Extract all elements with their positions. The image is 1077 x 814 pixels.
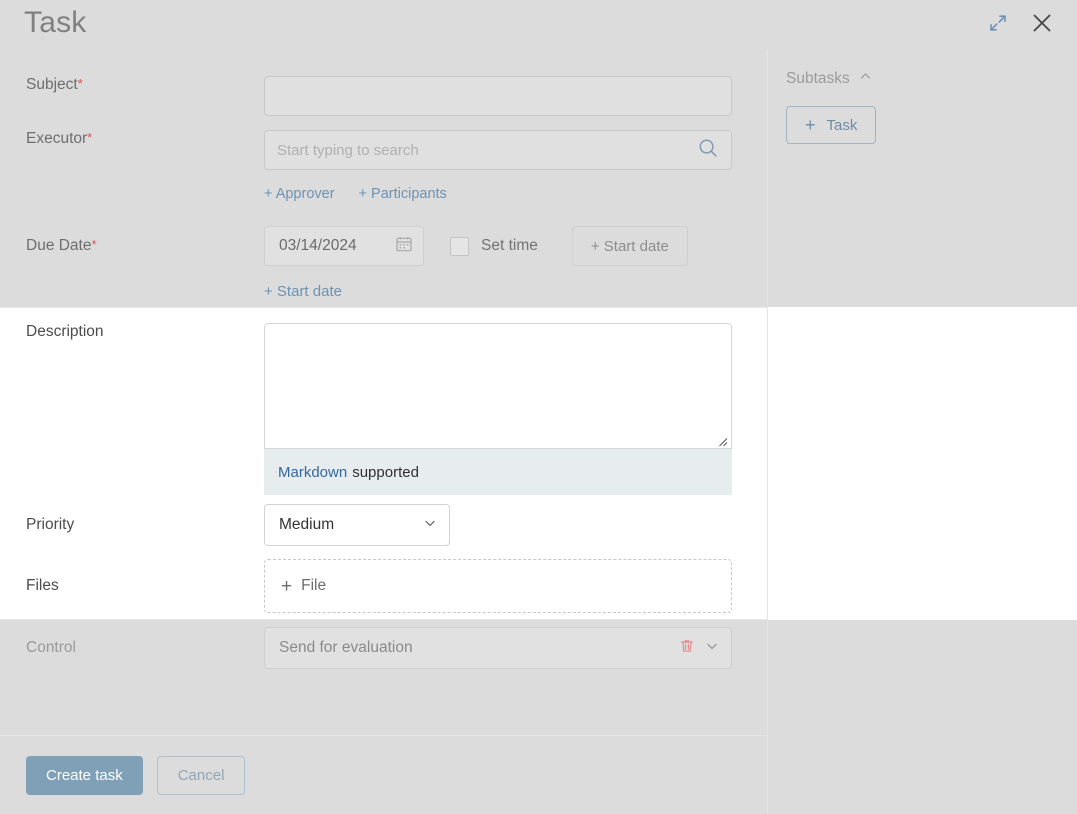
- add-subtask-button[interactable]: + Task: [786, 106, 877, 144]
- due-date-label-text: Due Date: [26, 236, 92, 254]
- section-divider-bottom: [0, 619, 767, 620]
- executor-label-text: Executor: [26, 130, 88, 147]
- row-due-date: Due Date* 03/14/2024 Set time + Start da…: [0, 226, 767, 266]
- chevron-down-icon: [423, 516, 437, 535]
- dialog-footer: Create task Cancel: [26, 756, 246, 795]
- markdown-hint: Markdown supported: [264, 449, 732, 495]
- subject-label-text: Subject: [26, 76, 78, 93]
- priority-label: Priority: [26, 515, 75, 533]
- markdown-link[interactable]: Markdown: [278, 464, 347, 481]
- add-participants-link[interactable]: + Participants: [359, 186, 447, 202]
- plus-icon: +: [281, 575, 293, 597]
- start-date-button[interactable]: + Start date: [571, 226, 688, 266]
- subject-input[interactable]: [264, 76, 732, 116]
- start-date-link[interactable]: + Start date: [264, 283, 342, 300]
- chevron-up-icon[interactable]: [859, 70, 872, 88]
- markdown-hint-text: supported: [352, 463, 419, 481]
- subtasks-header[interactable]: Subtasks: [786, 70, 872, 88]
- description-label: Description: [26, 323, 104, 340]
- header-actions: [985, 10, 1055, 36]
- executor-label: Executor*: [0, 130, 264, 170]
- files-label: Files: [26, 576, 59, 594]
- resize-grip-icon[interactable]: [716, 434, 728, 447]
- search-icon[interactable]: [697, 137, 719, 163]
- calendar-icon[interactable]: [395, 235, 413, 258]
- chevron-down-icon[interactable]: [705, 639, 719, 658]
- control-label: Control: [26, 638, 76, 656]
- add-approver-link[interactable]: + Approver: [264, 186, 335, 202]
- row-files: Files + File: [0, 559, 767, 613]
- trash-icon[interactable]: [679, 638, 695, 659]
- due-date-label: Due Date*: [0, 237, 264, 256]
- row-control: Control Send for evaluation: [0, 627, 767, 669]
- set-time-group: Set time: [450, 236, 538, 256]
- task-dialog: Task Subject* Executor* Start typing to …: [0, 0, 1077, 814]
- due-date-value: 03/14/2024: [279, 237, 357, 254]
- close-icon[interactable]: [1029, 10, 1055, 36]
- set-time-label: Set time: [481, 237, 538, 254]
- executor-input[interactable]: Start typing to search: [264, 130, 732, 170]
- footer-divider: [0, 735, 767, 736]
- row-executor: Executor* Start typing to search: [0, 130, 767, 170]
- add-subtask-label: Task: [826, 116, 858, 134]
- executor-placeholder: Start typing to search: [277, 141, 419, 159]
- control-actions: [679, 638, 719, 659]
- plus-icon: +: [805, 115, 816, 135]
- create-task-button[interactable]: Create task: [26, 756, 143, 795]
- priority-value: Medium: [279, 516, 335, 533]
- expand-diagonal-icon[interactable]: [985, 10, 1011, 36]
- description-group: Markdown supported: [264, 323, 732, 495]
- row-priority: Priority Medium: [0, 504, 767, 546]
- panel-divider: [767, 50, 768, 814]
- set-time-checkbox[interactable]: [450, 236, 469, 256]
- required-marker: *: [91, 236, 97, 252]
- add-file-label: File: [301, 577, 327, 594]
- page-title: Task: [24, 6, 87, 39]
- priority-select[interactable]: Medium: [264, 504, 450, 546]
- required-marker: *: [77, 76, 83, 91]
- subject-label: Subject*: [0, 76, 264, 116]
- cancel-button[interactable]: Cancel: [156, 756, 246, 795]
- row-start-date-link: + Start date: [0, 283, 767, 300]
- start-date-link-spacer: [0, 283, 264, 300]
- subtasks-title: Subtasks: [786, 70, 850, 87]
- required-marker: *: [87, 130, 93, 145]
- people-links-spacer: [0, 186, 264, 202]
- row-description: Description Markdown supported: [0, 323, 767, 495]
- people-links: + Approver + Participants: [264, 186, 447, 202]
- control-select[interactable]: Send for evaluation: [264, 627, 732, 669]
- file-dropzone[interactable]: + File: [264, 559, 732, 613]
- description-textarea[interactable]: [264, 323, 732, 449]
- row-subject: Subject*: [0, 76, 767, 116]
- section-divider-top: [0, 307, 767, 308]
- row-people-links: + Approver + Participants: [0, 186, 767, 202]
- control-value: Send for evaluation: [279, 639, 413, 656]
- start-date-button-label: + Start date: [590, 237, 669, 255]
- due-date-input[interactable]: 03/14/2024: [264, 226, 424, 266]
